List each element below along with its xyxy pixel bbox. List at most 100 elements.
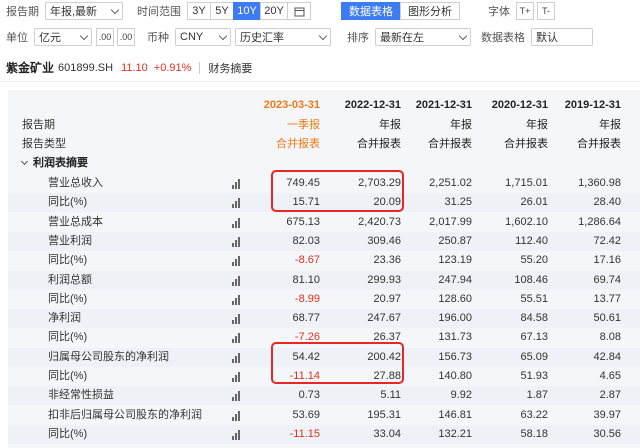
table-cell: 112.40 — [515, 234, 548, 247]
divider — [199, 61, 201, 74]
tab-data-table[interactable]: 数据表格 — [341, 2, 401, 20]
section-income-statement[interactable]: 利润表摘要 — [20, 154, 88, 173]
table-cell: 195.31 — [367, 408, 401, 421]
column-date: 2023-03-31 — [263, 99, 320, 111]
table-cell: 299.93 — [367, 273, 401, 286]
decimal-increase-icon[interactable]: .00 — [96, 28, 114, 46]
table-cell: 72.42 — [593, 234, 621, 247]
table-cell: 55.51 — [520, 292, 548, 305]
row-label: 同比(%) — [48, 196, 88, 209]
table-cell: 309.46 — [367, 234, 401, 247]
tab-chart-analysis[interactable]: 图形分析 — [400, 2, 460, 20]
column-period: 年报 — [526, 119, 548, 131]
column-period: 一季报 — [287, 119, 320, 131]
row-label: 营业总收入 — [48, 177, 103, 189]
table-cell: 17.16 — [593, 254, 621, 267]
table-cell: 50.61 — [593, 312, 621, 325]
table-cell: 5.11 — [380, 389, 401, 402]
sort-select[interactable]: 最新在左 — [375, 28, 471, 46]
column-date: 2 — [568, 96, 640, 115]
row-label: 同比(%) — [48, 370, 88, 382]
unit-value: 亿元 — [39, 32, 61, 44]
annotation-box-revenue — [271, 170, 404, 212]
table-row: 利润总额 81.10 299.93 247.94 108.46 69.74 — [8, 270, 640, 290]
font-decrease-icon[interactable]: T- — [537, 2, 555, 20]
range-20y-button[interactable]: 20Y — [260, 2, 288, 20]
sort-label: 排序 — [347, 32, 369, 44]
row-label: 营业总成本 — [48, 215, 103, 228]
table-row: 营业总成本 675.13 2,420.73 2,017.99 1,602.10 1,286… — [8, 213, 640, 232]
calendar-icon[interactable] — [287, 2, 311, 20]
table-row: 营业利润 82.03 309.46 250.87 112.40 72.42 — [8, 231, 640, 251]
column-type: 合并报表 — [276, 138, 320, 150]
table-format-label: 数据表格 — [481, 32, 525, 44]
report-period-select[interactable]: 年报,最新 — [45, 2, 123, 20]
table-format-select[interactable]: 默认 — [531, 28, 593, 46]
chevron-down-icon — [20, 157, 29, 166]
column-date: 2022-12-31 — [344, 99, 401, 111]
row-label: 营业利润 — [48, 234, 92, 247]
toolbar-row-2: 单位 亿元 .00 .00 币种 CNY 历史汇率 排序 最新在左 数据表格 默… — [0, 26, 640, 48]
table-cell: 23.36 — [373, 254, 401, 267]
table-cell: 39.97 — [593, 408, 621, 421]
range-3y-button[interactable]: 3Y — [187, 2, 211, 20]
column-type: 合并报表 — [357, 138, 401, 150]
table-cell: 1,360.98 — [578, 177, 621, 189]
column-period — [568, 116, 640, 135]
column-period: 年报 — [379, 119, 401, 131]
font-increase-icon[interactable]: T+ — [516, 2, 534, 20]
row-label: 同比(%) — [48, 427, 88, 440]
table-cell: 53.69 — [292, 408, 320, 421]
unit-label: 单位 — [6, 32, 28, 44]
annotation-box-net-profit — [271, 342, 404, 384]
section-title: 财务摘要 — [208, 62, 253, 75]
table-cell: 4.65 — [599, 370, 621, 382]
column-date: 2021-12-31 — [415, 99, 472, 111]
row-label: 归属母公司股东的净利润 — [48, 350, 169, 363]
table-row: 净利润 68.77 247.67 196.00 84.58 50.61 — [8, 309, 640, 329]
table-row: 扣非后归属母公司股东的净利润 53.69 195.31 146.81 63.22 39.9… — [8, 406, 640, 425]
table-cell: 69.74 — [593, 273, 621, 286]
table-cell: 131.73 — [438, 331, 472, 344]
column-type — [568, 135, 640, 154]
table-cell: -8.67 — [294, 254, 320, 267]
sort-value: 最新在左 — [380, 32, 424, 44]
fx-select[interactable]: 历史汇率 — [235, 28, 331, 46]
row-label: 同比(%) — [48, 331, 88, 344]
row-label-type: 报告类型 — [22, 138, 66, 150]
font-label: 字体 — [488, 6, 510, 18]
table-cell: 68.77 — [292, 312, 320, 325]
range-10y-button[interactable]: 10Y — [233, 2, 261, 20]
table-cell: 1,715.01 — [505, 177, 548, 189]
table-cell: 1.87 — [526, 389, 548, 402]
column-date: 2020-12-31 — [491, 99, 548, 111]
table-cell: 30.56 — [593, 427, 621, 440]
chevron-down-icon — [79, 31, 89, 40]
stock-name: 紫金矿业 — [6, 61, 55, 75]
row-label: 净利润 — [48, 312, 81, 325]
range-5y-button[interactable]: 5Y — [210, 2, 234, 20]
table-cell: 2.87 — [599, 389, 621, 402]
table-cell: 42.84 — [593, 350, 621, 363]
table-cell: 123.19 — [438, 254, 472, 267]
table-cell: 250.87 — [438, 234, 472, 247]
table-cell: 108.46 — [514, 273, 548, 286]
table-cell: 1,602.10 — [505, 215, 548, 228]
table-format-value: 默认 — [536, 32, 558, 44]
table-cell: 247.94 — [438, 273, 472, 286]
table-cell: 2,251.02 — [429, 177, 472, 189]
column-type: 合并报表 — [504, 138, 548, 150]
row-label: 利润总额 — [48, 273, 92, 286]
table-cell: 8.08 — [599, 331, 621, 344]
table-cell: 65.09 — [520, 350, 548, 363]
row-label: 非经常性损益 — [48, 389, 114, 402]
decimal-decrease-icon[interactable]: .00 — [117, 28, 135, 46]
currency-select[interactable]: CNY — [175, 28, 231, 46]
chevron-down-icon — [218, 31, 228, 40]
currency-label: 币种 — [147, 32, 169, 44]
toolbar-row-1: 报告期 年报,最新 时间范围 3Y 5Y 10Y 20Y 数据表格 图形分析 字… — [0, 0, 640, 22]
table-cell: 81.10 — [292, 273, 320, 286]
table-cell: 20.97 — [373, 292, 401, 305]
table-row: 同比(%) -11.15 33.04 132.21 58.18 30.56 — [8, 424, 640, 444]
unit-select[interactable]: 亿元 — [34, 28, 92, 46]
